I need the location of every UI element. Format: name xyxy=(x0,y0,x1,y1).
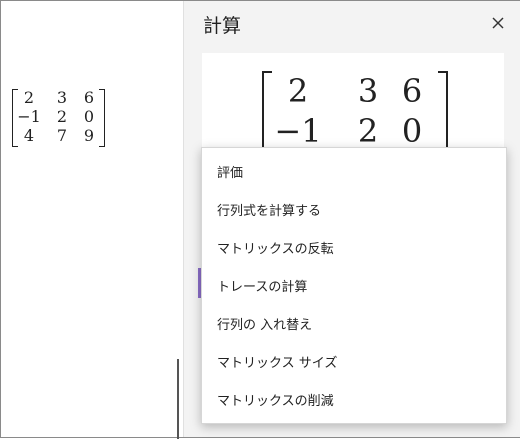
matrix-cell: −1 xyxy=(17,107,41,126)
menu-item-trace[interactable]: トレースの計算 xyxy=(202,266,506,304)
matrix-cell: 2 xyxy=(23,88,35,107)
menu-item-transpose[interactable]: 行列の 入れ替え xyxy=(202,304,506,342)
menu-item-reduce[interactable]: マトリックスの削減 xyxy=(202,380,506,418)
text-cursor xyxy=(177,359,179,439)
matrix-cell: 9 xyxy=(83,126,95,145)
preview-matrix: 2 3 6 −1 2 0 xyxy=(262,71,448,159)
note-canvas[interactable]: 2 3 6 −1 2 0 4 7 9 xyxy=(1,1,182,439)
inline-matrix[interactable]: 2 3 6 −1 2 0 4 7 9 xyxy=(12,89,105,147)
close-icon xyxy=(492,17,504,29)
matrix-cell: 2 xyxy=(287,72,309,110)
matrix-cell: 4 xyxy=(23,126,35,145)
menu-item-evaluate[interactable]: 評価 xyxy=(202,152,506,190)
matrix-cell: 7 xyxy=(56,126,68,145)
matrix-cell: 0 xyxy=(83,107,95,126)
menu-item-inverse[interactable]: マトリックスの反転 xyxy=(202,228,506,266)
matrix-cell: 2 xyxy=(56,107,68,126)
close-button[interactable] xyxy=(486,11,510,35)
matrix-cell: −1 xyxy=(274,112,322,150)
operation-dropdown-menu: 評価 行列式を計算する マトリックスの反転 トレースの計算 行列の 入れ替え マ… xyxy=(201,147,507,424)
matrix-cell: 6 xyxy=(83,88,95,107)
matrix-cell: 0 xyxy=(401,112,423,150)
matrix-cell: 3 xyxy=(56,88,68,107)
pane-title: 計算 xyxy=(203,15,242,37)
menu-item-size[interactable]: マトリックス サイズ xyxy=(202,342,506,380)
menu-item-determinant[interactable]: 行列式を計算する xyxy=(202,190,506,228)
matrix-cell: 6 xyxy=(401,72,423,110)
